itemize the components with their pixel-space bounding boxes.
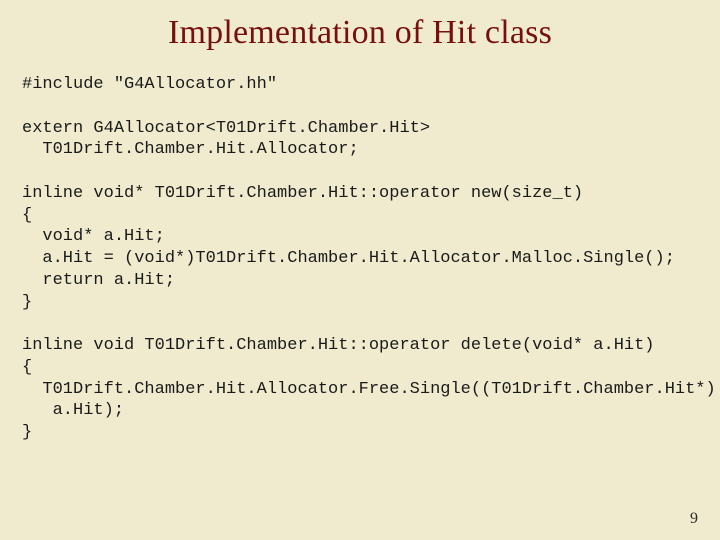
slide-title: Implementation of Hit class bbox=[0, 0, 720, 52]
page-number: 9 bbox=[690, 510, 698, 528]
slide: Implementation of Hit class #include "G4… bbox=[0, 0, 720, 540]
code-block: #include "G4Allocator.hh" extern G4Alloc… bbox=[0, 52, 720, 444]
